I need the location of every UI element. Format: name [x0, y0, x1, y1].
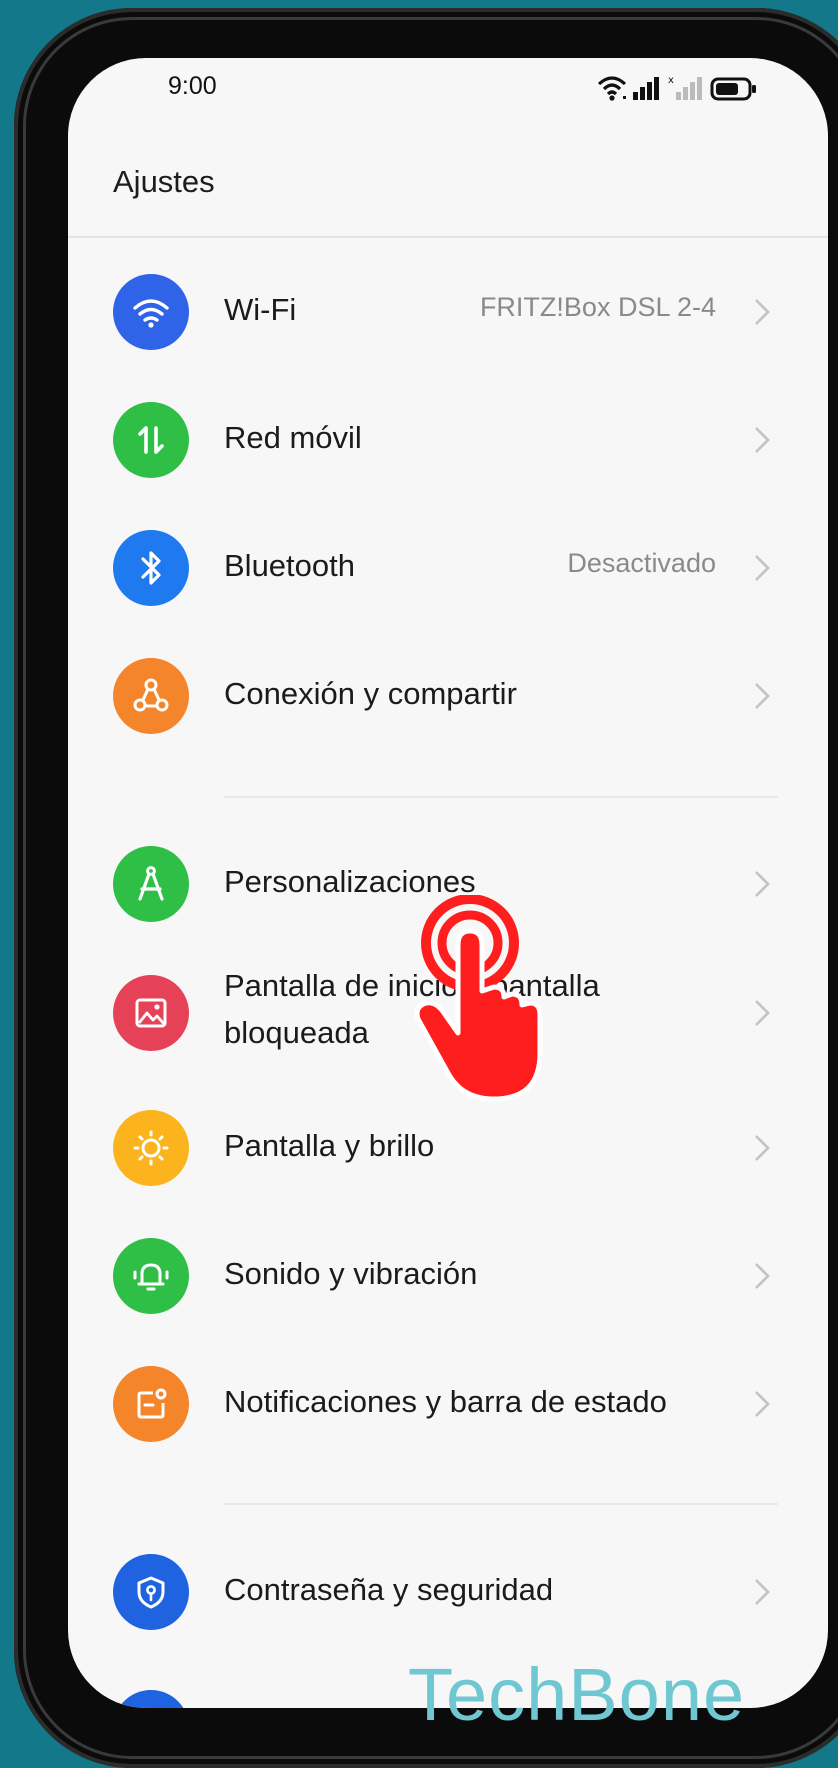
screen: 9:00 x Ajustes Wi-Fi FRITZ!Box DSL 2-4 R…	[68, 58, 828, 1708]
wifi-signal-icon	[597, 76, 627, 101]
notification-icon	[113, 1366, 189, 1442]
status-bar: 9:00 x	[68, 58, 828, 158]
chevron-right-icon	[755, 1391, 770, 1417]
settings-row-password-security[interactable]: Contraseña y seguridad	[68, 1532, 828, 1652]
shield-icon	[113, 1554, 189, 1630]
chevron-right-icon	[755, 1000, 770, 1026]
settings-row-label: Conexión y compartir	[224, 676, 517, 711]
settings-row-label: Bluetooth	[224, 548, 355, 583]
header-divider	[68, 236, 828, 238]
section-divider	[224, 796, 778, 798]
bluetooth-status: Desactivado	[567, 548, 716, 578]
chevron-right-icon	[755, 1579, 770, 1605]
image-icon	[113, 975, 189, 1051]
chevron-right-icon	[755, 427, 770, 453]
chevron-right-icon	[755, 1263, 770, 1289]
settings-row-mobile-network[interactable]: Red móvil	[68, 380, 828, 500]
section-divider	[224, 1503, 778, 1505]
share-icon	[113, 658, 189, 734]
page-title: Ajustes	[113, 164, 215, 199]
watermark: TechBone	[408, 1653, 746, 1736]
status-time: 9:00	[168, 72, 217, 100]
battery-icon	[710, 77, 756, 101]
cell-signal-nosim-icon: x	[668, 75, 702, 100]
chevron-right-icon	[755, 1135, 770, 1161]
mobile-data-icon	[113, 402, 189, 478]
settings-row-notifications[interactable]: Notificaciones y barra de estado	[68, 1344, 828, 1464]
settings-row-wifi[interactable]: Wi-Fi FRITZ!Box DSL 2-4	[68, 252, 828, 372]
chevron-right-icon	[755, 683, 770, 709]
settings-row-sound-vibration[interactable]: Sonido y vibración	[68, 1216, 828, 1336]
tap-hand-icon	[414, 895, 543, 1102]
settings-row-label: Notificaciones y barra de estado	[224, 1384, 667, 1419]
chevron-right-icon	[755, 871, 770, 897]
settings-row-label: Pantalla y brillo	[224, 1128, 435, 1163]
chevron-right-icon	[755, 299, 770, 325]
phone-frame: 9:00 x Ajustes Wi-Fi FRITZ!Box DSL 2-4 R…	[14, 8, 838, 1768]
cell-signal-icon	[633, 77, 659, 100]
settings-row-label: Contraseña y seguridad	[224, 1572, 554, 1607]
settings-row-label-line2: bloqueada	[224, 1015, 369, 1050]
next-row-icon-partial	[113, 1690, 189, 1708]
settings-row-label: Sonido y vibración	[224, 1256, 478, 1291]
bluetooth-icon	[113, 530, 189, 606]
bell-icon	[113, 1238, 189, 1314]
settings-row-label: Red móvil	[224, 420, 362, 455]
sun-icon	[113, 1110, 189, 1186]
settings-row-label: Wi-Fi	[224, 292, 297, 327]
settings-row-connection-sharing[interactable]: Conexión y compartir	[68, 636, 828, 756]
compass-icon	[113, 846, 189, 922]
settings-row-bluetooth[interactable]: Bluetooth Desactivado	[68, 508, 828, 628]
svg-text:x: x	[668, 75, 674, 86]
wifi-network-name: FRITZ!Box DSL 2-4	[479, 292, 716, 322]
wifi-icon	[113, 274, 189, 350]
settings-row-display-brightness[interactable]: Pantalla y brillo	[68, 1088, 828, 1208]
chevron-right-icon	[755, 555, 770, 581]
